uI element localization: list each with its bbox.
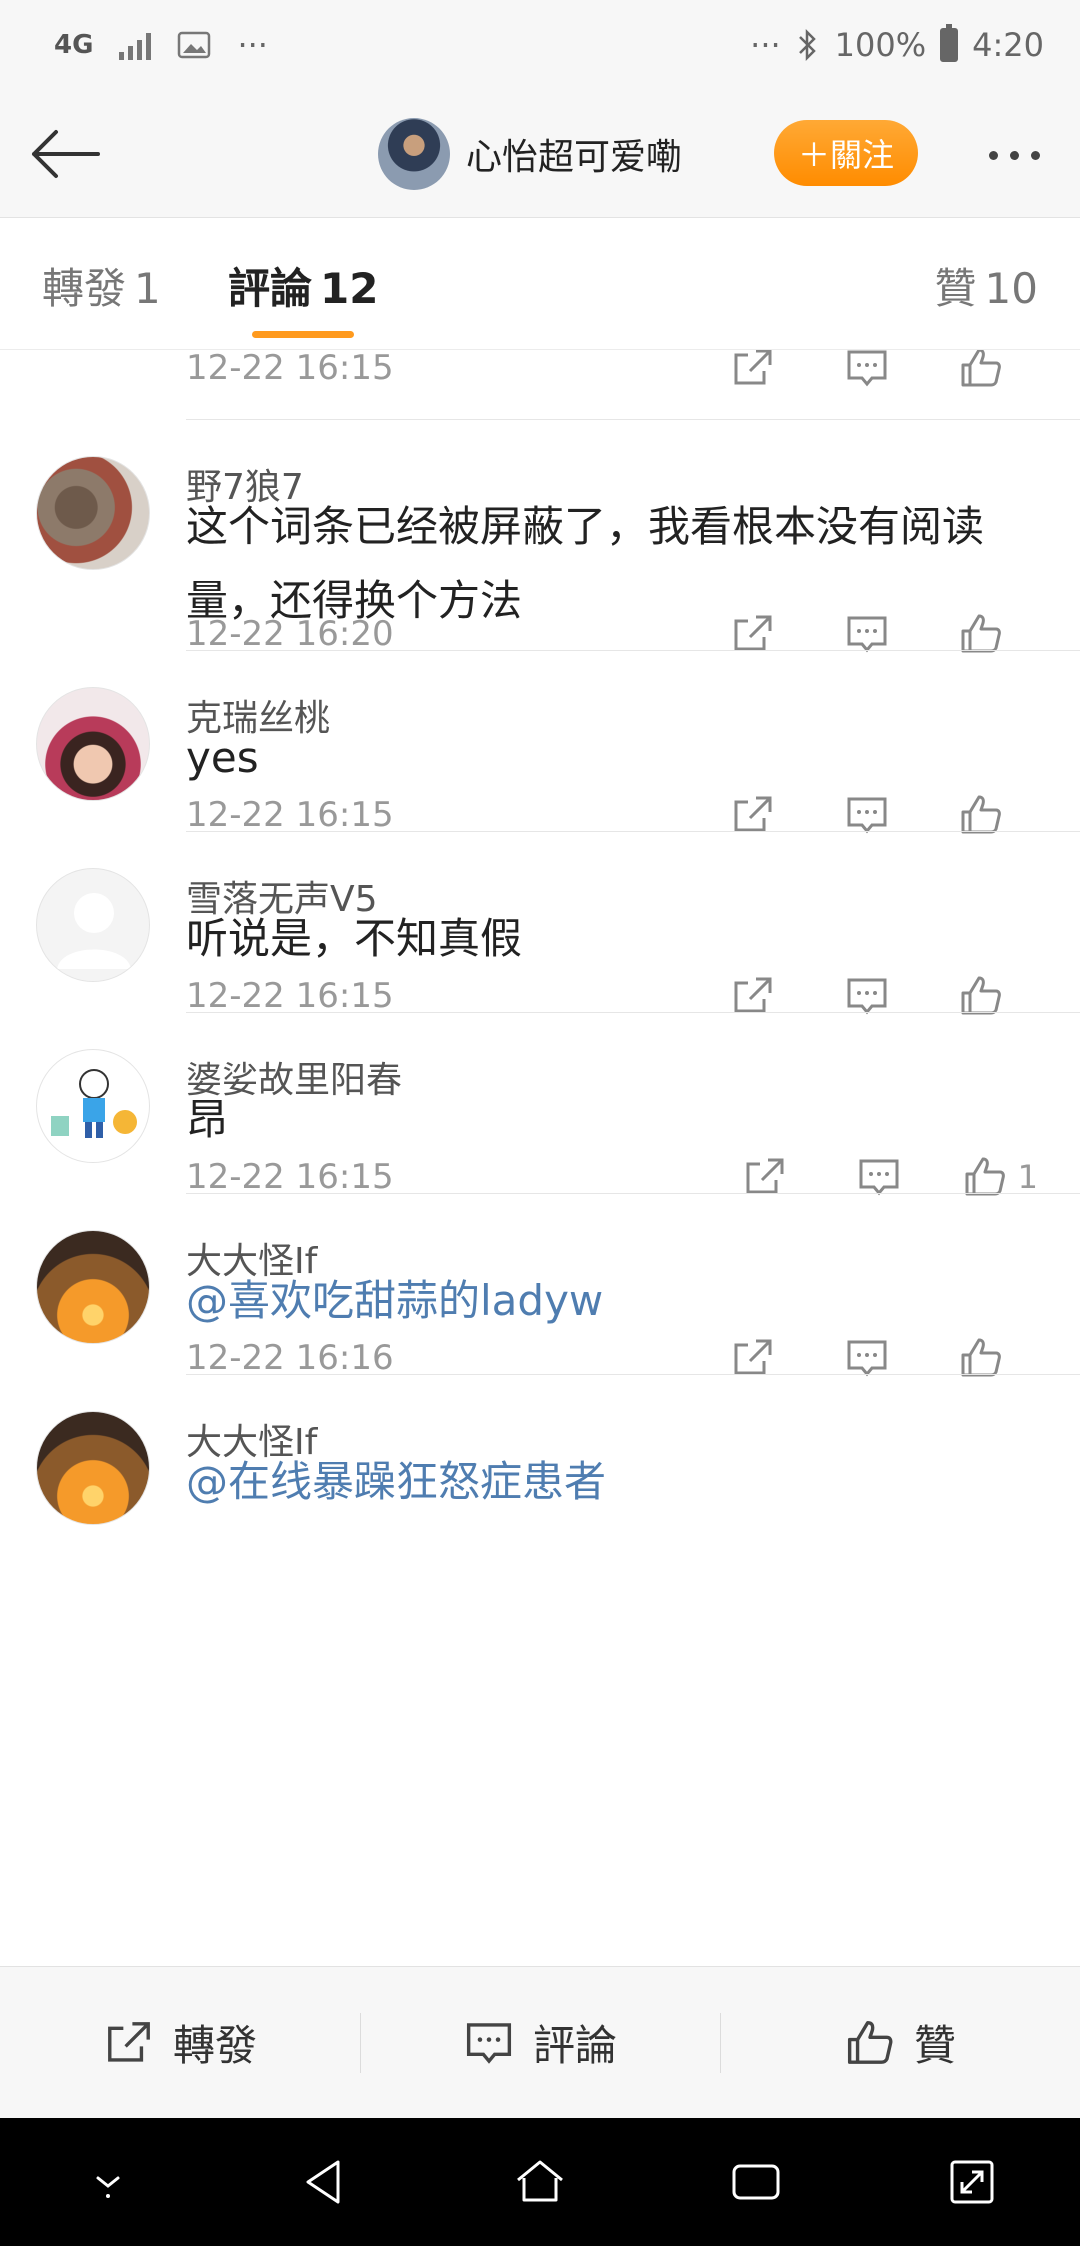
thumbs-up-icon bbox=[961, 350, 1001, 387]
commenter-avatar[interactable] bbox=[36, 1230, 150, 1344]
comment-list[interactable]: 12-22 16:15 野7狼7 这个词条已经被屏蔽了，我看根本没有阅读量，还得… bbox=[0, 350, 1080, 1966]
tab-likes-count: 10 bbox=[984, 264, 1038, 313]
tab-comments[interactable]: 評論 12 bbox=[228, 255, 378, 316]
author-name[interactable]: 心怡超可爱嘞 bbox=[466, 128, 682, 180]
repost-button[interactable]: 轉發 bbox=[0, 1967, 360, 2118]
network-indicator: 4G bbox=[54, 30, 94, 60]
comment-time: 12-22 16:15 bbox=[186, 795, 394, 835]
commenter-avatar[interactable] bbox=[36, 456, 150, 570]
like-label: 贊 bbox=[913, 2021, 956, 2070]
tab-repost-count: 1 bbox=[134, 264, 161, 313]
comment-mention-link[interactable]: @在线暴躁狂怒症患者 bbox=[186, 1445, 1046, 1519]
tab-repost-label: 轉發 bbox=[42, 264, 127, 313]
thumbs-up-icon bbox=[847, 2020, 893, 2064]
comment-text: yes bbox=[186, 733, 259, 782]
back-arrow-icon bbox=[32, 130, 100, 178]
status-dots: ··· bbox=[750, 26, 781, 64]
comment-item: 婆娑故里阳春 昂 12-22 16:15 1 bbox=[0, 1013, 1080, 1197]
like-count: 1 bbox=[1017, 1158, 1038, 1196]
comment-item: 野7狼7 这个词条已经被屏蔽了，我看根本没有阅读量，还得换个方法 12-22 1… bbox=[0, 420, 1080, 654]
comment-time: 12-22 16:15 bbox=[186, 1157, 394, 1197]
comment-time: 12-22 16:15 bbox=[186, 350, 394, 388]
comment-item: 12-22 16:15 bbox=[0, 350, 1080, 420]
comment-label: 評論 bbox=[532, 2021, 617, 2070]
recent-apps-icon[interactable] bbox=[728, 2154, 784, 2210]
comment-text: 听说是，不知真假 bbox=[186, 914, 523, 963]
battery-percent: 100% bbox=[834, 26, 927, 64]
more-options-button[interactable] bbox=[976, 130, 1052, 180]
system-nav-bar bbox=[0, 2118, 1080, 2246]
tab-comments-count: 12 bbox=[320, 264, 379, 313]
tab-comments-label: 評論 bbox=[228, 264, 313, 313]
commenter-avatar[interactable] bbox=[36, 1049, 150, 1163]
author-avatar[interactable] bbox=[378, 118, 450, 190]
share-icon bbox=[734, 350, 772, 385]
bottom-toolbar: 轉發 評論 贊 bbox=[0, 1966, 1080, 2118]
like-button[interactable]: 贊 bbox=[720, 1967, 1080, 2118]
battery-icon bbox=[940, 24, 959, 62]
comment-item: 大大怪If @喜欢吃甜蒜的ladyw 12-22 16:16 bbox=[0, 1194, 1080, 1378]
comment-time: 12-22 16:20 bbox=[186, 614, 394, 654]
clock: 4:20 bbox=[972, 26, 1044, 64]
active-tab-indicator bbox=[252, 331, 354, 338]
hide-keyboard-icon[interactable] bbox=[80, 2154, 136, 2210]
more-notifications: ··· bbox=[237, 26, 268, 64]
cartoon-avatar-icon bbox=[51, 1069, 137, 1138]
comment-item: 大大怪If @在线暴躁狂怒症患者 bbox=[0, 1375, 1080, 1575]
bluetooth-icon bbox=[798, 28, 816, 62]
signal-icon bbox=[119, 30, 152, 60]
tab-bar: 轉發 1 評論 12 贊 10 bbox=[0, 219, 1080, 350]
comment-mention-link[interactable]: @喜欢吃甜蒜的ladyw bbox=[186, 1264, 1046, 1338]
tab-likes[interactable]: 贊 10 bbox=[935, 255, 1038, 316]
repost-label: 轉發 bbox=[172, 2021, 257, 2070]
comment-button[interactable]: 評論 bbox=[360, 1967, 720, 2118]
commenter-avatar[interactable] bbox=[36, 1411, 150, 1525]
expand-icon[interactable] bbox=[944, 2154, 1000, 2210]
back-triangle-icon[interactable] bbox=[296, 2154, 352, 2210]
comment-actions bbox=[696, 350, 1038, 398]
comment-time: 12-22 16:16 bbox=[186, 1338, 394, 1378]
status-bar: 4G ··· ··· 100% 4:20 bbox=[0, 0, 1080, 90]
comment-text: 昂 bbox=[186, 1095, 229, 1144]
comment-icon bbox=[466, 2022, 512, 2064]
default-avatar-icon bbox=[57, 893, 131, 969]
back-button[interactable] bbox=[28, 116, 104, 192]
comment-repost-button[interactable] bbox=[696, 350, 810, 398]
nav-bar: 心怡超可爱嘞 ＋關注 bbox=[0, 90, 1080, 218]
tab-likes-label: 贊 bbox=[934, 264, 977, 313]
comment-item: 克瑞丝桃 yes 12-22 16:15 bbox=[0, 651, 1080, 835]
commenter-avatar[interactable] bbox=[36, 687, 150, 801]
comment-icon bbox=[847, 350, 887, 387]
commenter-avatar[interactable] bbox=[36, 868, 150, 982]
follow-button[interactable]: ＋關注 bbox=[774, 120, 918, 186]
image-icon bbox=[178, 31, 211, 59]
comment-reply-button[interactable] bbox=[810, 350, 924, 398]
comment-item: 雪落无声V5 听说是，不知真假 12-22 16:15 bbox=[0, 832, 1080, 1016]
comment-like-button[interactable] bbox=[924, 350, 1038, 398]
share-icon bbox=[108, 2021, 150, 2062]
tab-repost[interactable]: 轉發 1 bbox=[42, 255, 161, 316]
comment-time: 12-22 16:15 bbox=[186, 976, 394, 1016]
author-chip[interactable]: 心怡超可爱嘞 bbox=[378, 116, 682, 192]
home-icon[interactable] bbox=[512, 2154, 568, 2210]
